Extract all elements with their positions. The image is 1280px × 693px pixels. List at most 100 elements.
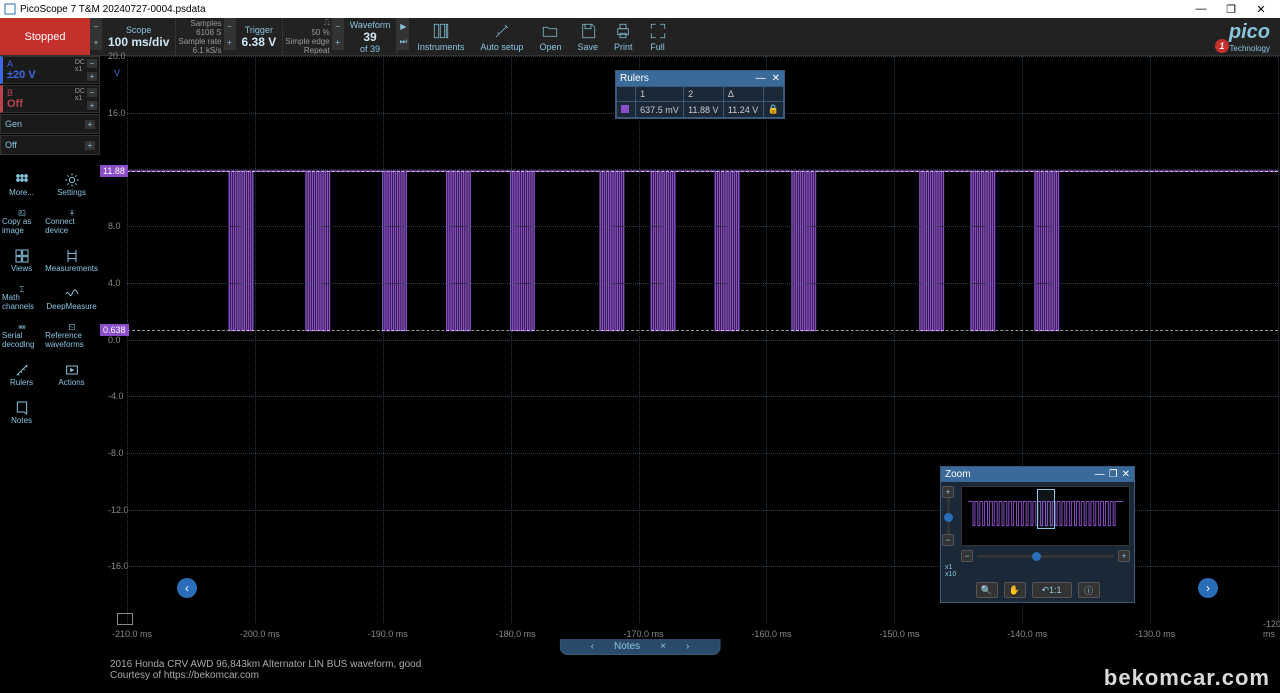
reference-button[interactable]: Reference waveforms bbox=[43, 317, 100, 355]
y-tick-label: -12.0 bbox=[108, 505, 129, 515]
instruments-icon bbox=[432, 22, 450, 40]
ruler-handle[interactable]: 0.638 bbox=[100, 324, 129, 336]
notes-button[interactable]: Notes bbox=[0, 393, 43, 431]
math-button[interactable]: Math channels bbox=[0, 279, 43, 317]
wf-end[interactable]: ⏭ bbox=[397, 34, 409, 50]
serial-button[interactable]: Serial decoding bbox=[0, 317, 43, 355]
zoom-selection[interactable] bbox=[1037, 489, 1055, 529]
instruments-button[interactable]: Instruments bbox=[409, 18, 472, 55]
rulers-min-icon[interactable]: — bbox=[756, 73, 766, 84]
connect-button[interactable]: Connect device bbox=[43, 203, 100, 241]
x-tick-label: -210.0 ms bbox=[112, 629, 152, 639]
notes-chevron-right: › bbox=[686, 641, 689, 652]
rulers-window[interactable]: Rulers —✕ 12Δ 637.5 mV11.88 V11.24 V🔒 bbox=[615, 70, 785, 119]
wf-next[interactable]: ▶ bbox=[397, 18, 409, 34]
zoom-close-icon[interactable]: ✕ bbox=[1122, 469, 1130, 480]
zoom-reset-button[interactable]: ↶ 1:1 bbox=[1032, 582, 1072, 598]
rulers-button[interactable]: Rulers bbox=[0, 355, 43, 393]
fullscreen-button[interactable]: Full bbox=[641, 18, 675, 55]
trigger-minus[interactable]: − bbox=[224, 18, 236, 34]
views-button[interactable]: Views bbox=[0, 241, 43, 279]
save-button[interactable]: Save bbox=[569, 18, 606, 55]
image-icon bbox=[14, 209, 30, 217]
print-button[interactable]: Print bbox=[606, 18, 641, 55]
trigger-plus[interactable]: + bbox=[224, 34, 236, 50]
ch-b-plus[interactable]: + bbox=[87, 101, 97, 110]
toolbar: Stopped −+ Scope 100 ms/div Samples 6108… bbox=[0, 18, 1280, 56]
maximize-button[interactable]: ❐ bbox=[1216, 3, 1246, 16]
scope-minus[interactable]: − bbox=[90, 18, 102, 34]
channel-gen-off[interactable]: Off + bbox=[0, 135, 100, 155]
zoom-pan-button[interactable]: ✋ bbox=[1004, 582, 1026, 598]
zoom-h-thumb[interactable] bbox=[1032, 552, 1041, 561]
ruler-icon bbox=[14, 362, 30, 378]
ch-a-minus[interactable]: − bbox=[87, 59, 97, 68]
nav-left-button[interactable]: ‹ bbox=[177, 578, 197, 598]
ruler2-value: 11.88 V bbox=[684, 102, 724, 118]
zoom-max-icon[interactable]: ❐ bbox=[1109, 469, 1118, 480]
notes-label: Notes bbox=[614, 641, 640, 652]
timebase-value: 100 ms/div bbox=[108, 35, 169, 49]
more-button[interactable]: More... bbox=[0, 165, 43, 203]
grid-icon bbox=[14, 172, 30, 188]
ruler1-value: 637.5 mV bbox=[636, 102, 684, 118]
tools-panel: More... Settings Copy as image Connect d… bbox=[0, 165, 100, 431]
footer: 2016 Honda CRV AWD 96,843km Alternator L… bbox=[0, 655, 1280, 693]
serial-icon bbox=[14, 323, 30, 331]
wf-minus[interactable]: − bbox=[332, 18, 344, 34]
trigger-group[interactable]: Trigger 6.38 V bbox=[236, 18, 284, 55]
zoom-magnify-button[interactable]: 🔍 bbox=[976, 582, 998, 598]
zoom-info-button[interactable]: ⓘ bbox=[1078, 582, 1100, 598]
zoom-window[interactable]: Zoom —❐✕ + − − + x1x10 🔍 ✋ ↶ 1:1 ⓘ bbox=[940, 466, 1135, 603]
channel-a[interactable]: A DCx1 − + ±20 V bbox=[0, 56, 100, 84]
ruler-handle[interactable]: 11.88 bbox=[100, 165, 128, 177]
ch-b-minus[interactable]: − bbox=[87, 88, 97, 97]
notes-close[interactable]: × bbox=[660, 641, 666, 652]
notes-icon bbox=[14, 400, 30, 416]
zoom-titlebar[interactable]: Zoom —❐✕ bbox=[941, 467, 1134, 482]
wf-plus[interactable]: + bbox=[332, 34, 344, 50]
status-label: Stopped bbox=[25, 31, 66, 43]
zoom-min-icon[interactable]: — bbox=[1095, 469, 1105, 480]
settings-button[interactable]: Settings bbox=[43, 165, 100, 203]
waveform-group[interactable]: Waveform 39 of 39 bbox=[344, 18, 398, 55]
notification-badge[interactable]: 1 bbox=[1215, 39, 1229, 53]
deepmeasure-button[interactable]: DeepMeasure bbox=[43, 279, 100, 317]
scope-group[interactable]: Scope 100 ms/div bbox=[102, 18, 176, 55]
scope-plus[interactable]: + bbox=[90, 34, 102, 50]
channel-b[interactable]: B DCx1 − + Off bbox=[0, 85, 100, 113]
y-tick-label: 16.0 bbox=[108, 108, 126, 118]
zoom-h-plus[interactable]: + bbox=[1118, 550, 1130, 562]
watermark: bekomcar.com bbox=[1104, 665, 1270, 691]
pico-logo: 1 pico Technology bbox=[1229, 21, 1270, 53]
ch-a-plus[interactable]: + bbox=[87, 72, 97, 81]
notes-tab[interactable]: ‹ Notes × › bbox=[560, 639, 721, 655]
rulers-titlebar[interactable]: Rulers —✕ bbox=[616, 71, 784, 86]
zoom-h-slider[interactable] bbox=[977, 555, 1114, 558]
x-tick-label: -140.0 ms bbox=[1007, 629, 1047, 639]
copy-image-button[interactable]: Copy as image bbox=[0, 203, 43, 241]
zoom-v-minus[interactable]: − bbox=[942, 534, 954, 546]
titlebar: PicoScope 7 T&M 20240727-0004.psdata — ❐… bbox=[0, 0, 1280, 18]
actions-icon bbox=[64, 362, 80, 378]
actions-button[interactable]: Actions bbox=[43, 355, 100, 393]
y-tick-label: 20.0 bbox=[108, 51, 126, 61]
zoom-v-thumb[interactable] bbox=[944, 513, 953, 522]
zoom-v-plus[interactable]: + bbox=[942, 486, 954, 498]
run-stop-button[interactable]: Stopped bbox=[0, 18, 90, 55]
minimize-button[interactable]: — bbox=[1186, 3, 1216, 16]
measurements-button[interactable]: Measurements bbox=[43, 241, 100, 279]
ruler-lock-icon[interactable]: 🔒 bbox=[763, 102, 783, 118]
scope-label: Scope bbox=[126, 25, 152, 35]
ruler-channel-color bbox=[621, 105, 629, 113]
channel-gen[interactable]: Gen + bbox=[0, 114, 100, 134]
open-button[interactable]: Open bbox=[531, 18, 569, 55]
zoom-h-minus[interactable]: − bbox=[961, 550, 973, 562]
gen-plus2[interactable]: + bbox=[85, 141, 95, 150]
rulers-close-icon[interactable]: ✕ bbox=[772, 73, 780, 84]
close-button[interactable]: ✕ bbox=[1246, 3, 1276, 16]
gen-plus[interactable]: + bbox=[85, 120, 95, 129]
zoom-preview[interactable] bbox=[961, 486, 1130, 546]
nav-right-button[interactable]: › bbox=[1198, 578, 1218, 598]
autosetup-button[interactable]: Auto setup bbox=[472, 18, 531, 55]
